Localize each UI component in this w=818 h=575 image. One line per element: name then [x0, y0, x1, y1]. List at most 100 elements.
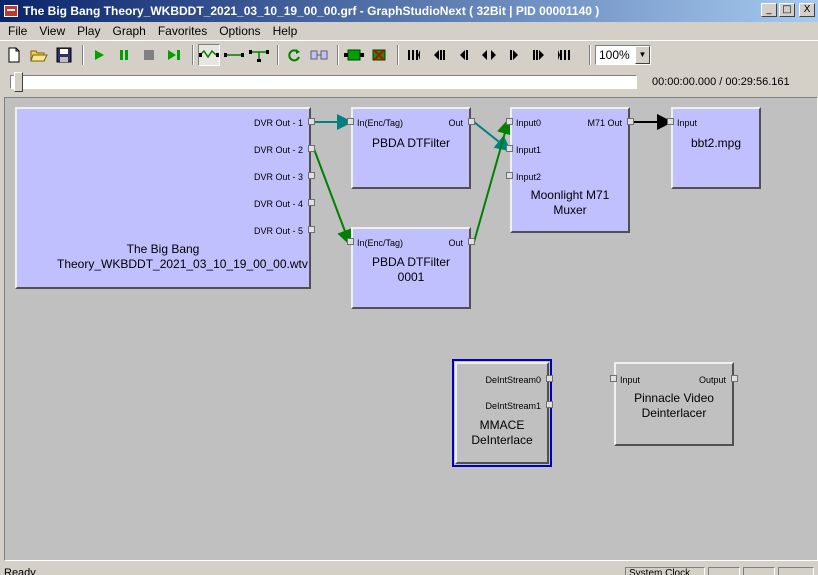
pin-label: DeIntStream0 — [485, 375, 541, 385]
save-icon[interactable] — [53, 44, 75, 66]
menu-play[interactable]: Play — [71, 24, 106, 38]
filter-source-wtv[interactable]: DVR Out - 1 DVR Out - 2 DVR Out - 3 DVR … — [15, 107, 311, 289]
frame-step-icon[interactable] — [163, 44, 185, 66]
pin-label: DVR Out - 5 — [253, 226, 303, 236]
pin-dvr-out-4[interactable] — [308, 199, 315, 206]
pin-label: Out — [448, 118, 463, 128]
seek-time: 00:00:00.000 / 00:29:56.161 — [652, 76, 790, 88]
pin-dvr-out-3[interactable] — [308, 172, 315, 179]
pause-icon[interactable] — [113, 44, 135, 66]
toolbar-separator — [589, 44, 591, 65]
filter-name: bbt2.mpg — [690, 136, 742, 150]
open-folder-icon[interactable] — [28, 44, 50, 66]
pin-input[interactable] — [610, 375, 617, 382]
add-filter-icon[interactable] — [343, 44, 365, 66]
pin-output[interactable] — [731, 375, 738, 382]
menu-options[interactable]: Options — [213, 24, 266, 38]
title-bar: The Big Bang Theory_WKBDDT_2021_03_10_19… — [0, 0, 818, 22]
seek-next-icon[interactable] — [503, 44, 525, 66]
window-title: The Big Bang Theory_WKBDDT_2021_03_10_19… — [23, 4, 600, 18]
filter-name: MMACE DeInterlace — [471, 418, 533, 447]
graph-render-icon[interactable] — [248, 44, 270, 66]
pin-label: Input2 — [516, 172, 542, 182]
filter-name: PBDA DTFilter 0001 — [371, 255, 450, 284]
filter-mmace-deinterlace[interactable]: DeIntStream0 DeIntStream1 MMACE DeInterl… — [452, 359, 552, 467]
pin-label: DeIntStream1 — [485, 401, 541, 411]
graph-direct-icon[interactable] — [223, 44, 245, 66]
filter-pbda-dtfilter[interactable]: In(Enc/Tag) Out PBDA DTFilter — [351, 107, 471, 189]
pin-label: Out — [448, 238, 463, 248]
play-icon[interactable] — [88, 44, 110, 66]
filter-pbda-dtfilter-0001[interactable]: In(Enc/Tag) Out PBDA DTFilter 0001 — [351, 227, 471, 309]
seek-slider-thumb[interactable] — [14, 72, 23, 92]
pin-label: DVR Out - 2 — [253, 145, 303, 155]
pin-out[interactable] — [468, 238, 475, 245]
pin-label: M71 Out — [587, 118, 622, 128]
filter-name: The Big Bang Theory_WKBDDT_2021_03_10_19… — [57, 242, 308, 271]
toolbar-separator — [337, 44, 339, 65]
chevron-down-icon[interactable]: ▼ — [635, 45, 650, 64]
link-dvr2-dtfilter0001[interactable] — [313, 148, 353, 246]
menu-graph[interactable]: Graph — [106, 24, 151, 38]
pin-m71-out[interactable] — [627, 118, 634, 125]
status-panel-clock: System Clock — [625, 567, 705, 575]
seek-prev-icon[interactable] — [478, 44, 500, 66]
app-icon — [4, 5, 18, 17]
seek-forward-icon[interactable] — [528, 44, 550, 66]
pin-input[interactable] — [667, 118, 674, 125]
status-bar: Ready System Clock — [0, 563, 818, 575]
graph-canvas[interactable]: DVR Out - 1 DVR Out - 2 DVR Out - 3 DVR … — [4, 97, 818, 561]
pin-label: DVR Out - 3 — [253, 172, 303, 182]
filter-pinnacle-deinterlacer[interactable]: Input Output Pinnacle Video Deinterlacer — [614, 362, 734, 446]
pin-dvr-out-5[interactable] — [308, 226, 315, 233]
graph-connect-icon[interactable] — [198, 43, 220, 66]
menu-view[interactable]: View — [33, 24, 71, 38]
stop-icon[interactable] — [138, 44, 160, 66]
pin-deintstream1[interactable] — [546, 401, 553, 408]
maximize-button[interactable]: □ — [779, 3, 795, 17]
filter-file-writer[interactable]: Input bbt2.mpg — [671, 107, 761, 189]
seek-track[interactable] — [10, 75, 637, 89]
link-dtfilter-muxer-input1[interactable] — [473, 121, 512, 152]
remove-filter-icon[interactable] — [368, 44, 390, 66]
pin-in-enc-tag[interactable] — [347, 118, 354, 125]
status-panel — [708, 567, 740, 575]
pin-input2[interactable] — [506, 172, 513, 179]
seek-end-icon[interactable] — [578, 44, 582, 66]
seek-forward-big-icon[interactable] — [553, 44, 575, 66]
zoom-combobox[interactable]: 100% ▼ — [595, 44, 651, 65]
seek-area: 00:00:00.000 / 00:29:56.161 — [0, 68, 818, 96]
seek-back-icon[interactable] — [453, 44, 475, 66]
pin-dvr-out-2[interactable] — [308, 145, 315, 152]
menu-file[interactable]: File — [2, 24, 33, 38]
pin-label: Input — [677, 118, 698, 128]
pin-input0[interactable] — [506, 118, 513, 125]
pin-label: Output — [698, 375, 726, 385]
zoom-value: 100% — [599, 47, 630, 62]
menu-help[interactable]: Help — [267, 24, 304, 38]
pin-label: In(Enc/Tag) — [357, 238, 404, 248]
filter-name: Pinnacle Video Deinterlacer — [634, 391, 714, 420]
layout-icon[interactable] — [308, 44, 330, 66]
status-panel — [778, 567, 814, 575]
close-button[interactable]: X — [799, 3, 815, 17]
link-dtfilter0001-muxer-input0[interactable] — [473, 118, 513, 243]
pin-dvr-out-1[interactable] — [308, 118, 315, 125]
filter-name: Moonlight M71 Muxer — [530, 188, 610, 217]
pin-label: In(Enc/Tag) — [357, 118, 404, 128]
toolbar-separator — [277, 44, 279, 65]
filter-moonlight-muxer[interactable]: Input0 Input1 Input2 M71 Out Moonlight M… — [510, 107, 630, 233]
seek-back-big-icon[interactable] — [428, 44, 450, 66]
pin-in-enc-tag[interactable] — [347, 238, 354, 245]
menu-favorites[interactable]: Favorites — [152, 24, 213, 38]
pin-out[interactable] — [468, 118, 475, 125]
pin-input1[interactable] — [506, 145, 513, 152]
new-file-icon[interactable] — [3, 44, 25, 66]
refresh-icon[interactable] — [283, 44, 305, 66]
status-text: Ready — [4, 567, 36, 575]
pin-deintstream0[interactable] — [546, 375, 553, 382]
seek-start-icon[interactable] — [403, 44, 425, 66]
menu-bar: File View Play Graph Favorites Options H… — [0, 22, 818, 40]
pin-label: DVR Out - 4 — [253, 199, 303, 209]
minimize-button[interactable]: _ — [761, 3, 777, 17]
